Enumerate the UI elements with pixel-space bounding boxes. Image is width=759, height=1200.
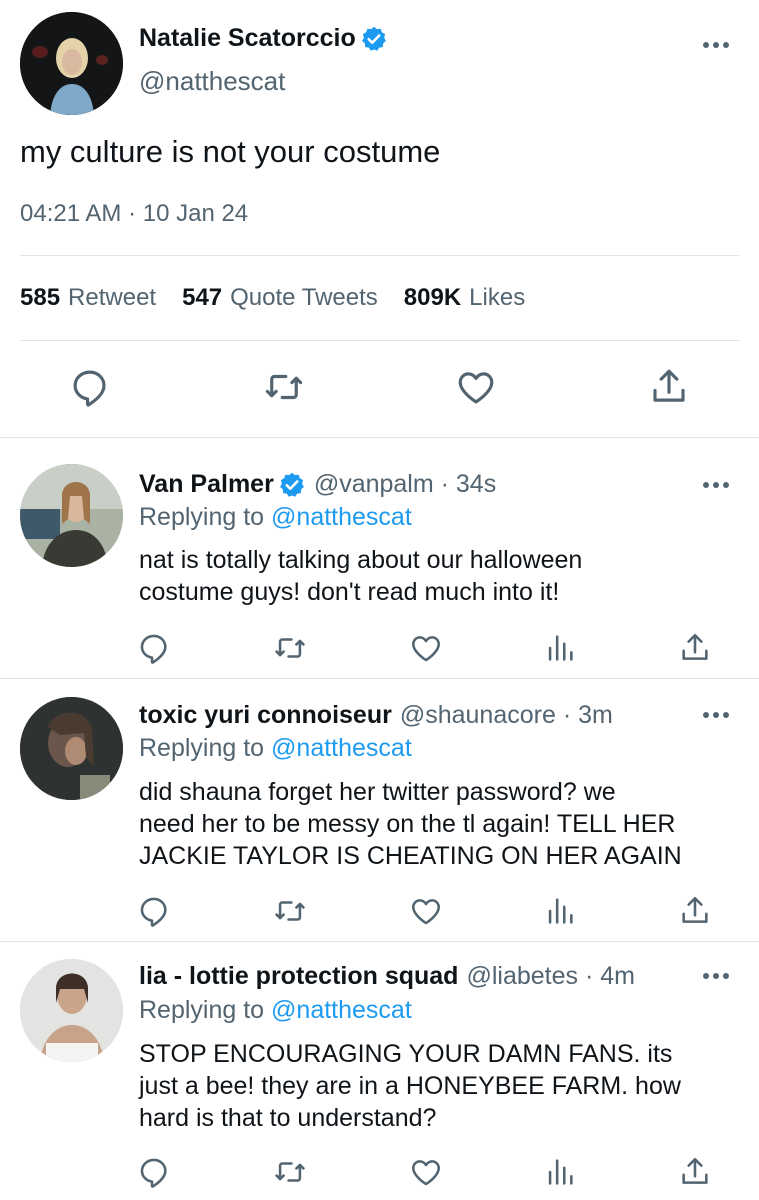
share-icon <box>678 894 712 928</box>
like-icon <box>455 366 497 408</box>
share-button[interactable] <box>648 366 690 408</box>
replying-to-label: Replying to <box>139 503 265 531</box>
reply-author-name[interactable]: Van Palmer <box>139 470 274 499</box>
share-icon <box>678 631 712 665</box>
replying-to-label: Replying to <box>139 996 265 1024</box>
share-icon <box>678 1155 712 1189</box>
share-icon <box>648 366 690 408</box>
replying-to-mention[interactable]: @natthescat <box>271 734 412 762</box>
author-avatar[interactable] <box>20 12 123 115</box>
reply-tweet[interactable]: Van Palmer @vanpalm · 34s Replying to @n… <box>0 438 759 679</box>
more-options-icon[interactable] <box>703 42 731 50</box>
retweet-button[interactable] <box>261 366 307 408</box>
reply-text: nat is totally talking about our hallowe… <box>139 544 739 608</box>
reply-author-handle[interactable]: @liabetes · 4m <box>466 962 635 991</box>
replying-to: Replying to @natthescat <box>139 996 412 1025</box>
share-button[interactable] <box>678 631 712 665</box>
reply-icon <box>137 631 171 665</box>
author-name-row[interactable]: Natalie Scatorccio <box>139 24 388 53</box>
reply-button[interactable] <box>137 631 171 665</box>
retweet-icon <box>272 631 308 665</box>
reply-author-handle[interactable]: @shaunacore · 3m <box>400 701 613 730</box>
tweet-stats: 585 Retweet 547 Quote Tweets 809K Likes <box>20 284 551 312</box>
replying-to-mention[interactable]: @natthescat <box>271 996 412 1024</box>
reply-icon <box>137 1155 171 1189</box>
like-button[interactable] <box>409 631 443 665</box>
reply-text-line: need her to be messy on the tl again! TE… <box>139 810 676 838</box>
retweet-button[interactable] <box>272 1155 308 1189</box>
reply-text-line: costume guys! don't read much into it! <box>139 578 560 606</box>
reply-button[interactable] <box>69 366 111 408</box>
reply-author-handle[interactable]: @vanpalm · 34s <box>314 470 496 499</box>
verified-badge-icon <box>278 471 306 499</box>
reply-button[interactable] <box>137 1155 171 1189</box>
like-button[interactable] <box>455 366 497 408</box>
replying-to: Replying to @natthescat <box>139 734 412 763</box>
analytics-button[interactable] <box>543 1155 577 1189</box>
author-handle[interactable]: @natthescat <box>139 66 285 97</box>
reply-icon <box>69 366 111 408</box>
reply-text: did shauna forget her twitter password? … <box>139 776 739 872</box>
reply-button[interactable] <box>137 894 171 928</box>
replying-to-mention[interactable]: @natthescat <box>271 503 412 531</box>
reply-icon <box>137 894 171 928</box>
reply-text-line: STOP ENCOURAGING YOUR DAMN FANS. its <box>139 1040 673 1068</box>
replying-to: Replying to @natthescat <box>139 503 412 532</box>
more-options-icon[interactable] <box>703 973 731 981</box>
retweet-icon <box>261 366 307 408</box>
reply-text-line: did shauna forget her twitter password? … <box>139 778 616 806</box>
reply-header: lia - lottie protection squad @liabetes … <box>139 962 635 991</box>
retweet-button[interactable] <box>272 631 308 665</box>
author-name[interactable]: Natalie Scatorccio <box>139 24 356 53</box>
like-button[interactable] <box>409 1155 443 1189</box>
more-options-icon[interactable] <box>703 482 731 490</box>
reply-avatar[interactable] <box>20 959 123 1062</box>
reply-text-line: hard is that to understand? <box>139 1104 437 1132</box>
reply-text-line: nat is totally talking about our hallowe… <box>139 546 583 574</box>
retweet-icon <box>272 894 308 928</box>
analytics-icon <box>543 894 577 928</box>
analytics-button[interactable] <box>543 631 577 665</box>
reply-header: Van Palmer @vanpalm · 34s <box>139 470 496 499</box>
like-icon <box>409 894 443 928</box>
reply-avatar[interactable] <box>20 464 123 567</box>
reply-author-name[interactable]: toxic yuri connoiseur <box>139 701 392 730</box>
reply-avatar[interactable] <box>20 697 123 800</box>
reply-text-line: JACKIE TAYLOR IS CHEATING ON HER AGAIN <box>139 842 682 870</box>
reply-author-name[interactable]: lia - lottie protection squad <box>139 962 458 991</box>
retweet-button[interactable] <box>272 894 308 928</box>
analytics-icon <box>543 1155 577 1189</box>
quote-tweets-stat[interactable]: 547 Quote Tweets <box>182 284 378 312</box>
share-button[interactable] <box>678 1155 712 1189</box>
reply-tweet[interactable]: toxic yuri connoiseur @shaunacore · 3m R… <box>0 679 759 942</box>
retweets-stat[interactable]: 585 Retweet <box>20 284 156 312</box>
share-button[interactable] <box>678 894 712 928</box>
reply-tweet[interactable]: lia - lottie protection squad @liabetes … <box>0 942 759 1200</box>
analytics-icon <box>543 631 577 665</box>
retweet-icon <box>272 1155 308 1189</box>
verified-badge-icon <box>360 25 388 53</box>
likes-stat[interactable]: 809K Likes <box>404 284 525 312</box>
tweet-timestamp[interactable]: 04:21 AM · 10 Jan 24 <box>20 200 248 228</box>
tweet-text: my culture is not your costume <box>20 134 441 169</box>
replying-to-label: Replying to <box>139 734 265 762</box>
like-button[interactable] <box>409 894 443 928</box>
like-icon <box>409 1155 443 1189</box>
main-tweet: Natalie Scatorccio @natthescat my cultur… <box>0 0 759 438</box>
reply-text: STOP ENCOURAGING YOUR DAMN FANS. its jus… <box>139 1038 739 1134</box>
divider <box>20 255 739 256</box>
reply-header: toxic yuri connoiseur @shaunacore · 3m <box>139 701 613 730</box>
more-options-icon[interactable] <box>703 712 731 720</box>
reply-text-line: just a bee! they are in a HONEYBEE FARM.… <box>139 1072 681 1100</box>
like-icon <box>409 631 443 665</box>
divider <box>20 340 739 341</box>
analytics-button[interactable] <box>543 894 577 928</box>
